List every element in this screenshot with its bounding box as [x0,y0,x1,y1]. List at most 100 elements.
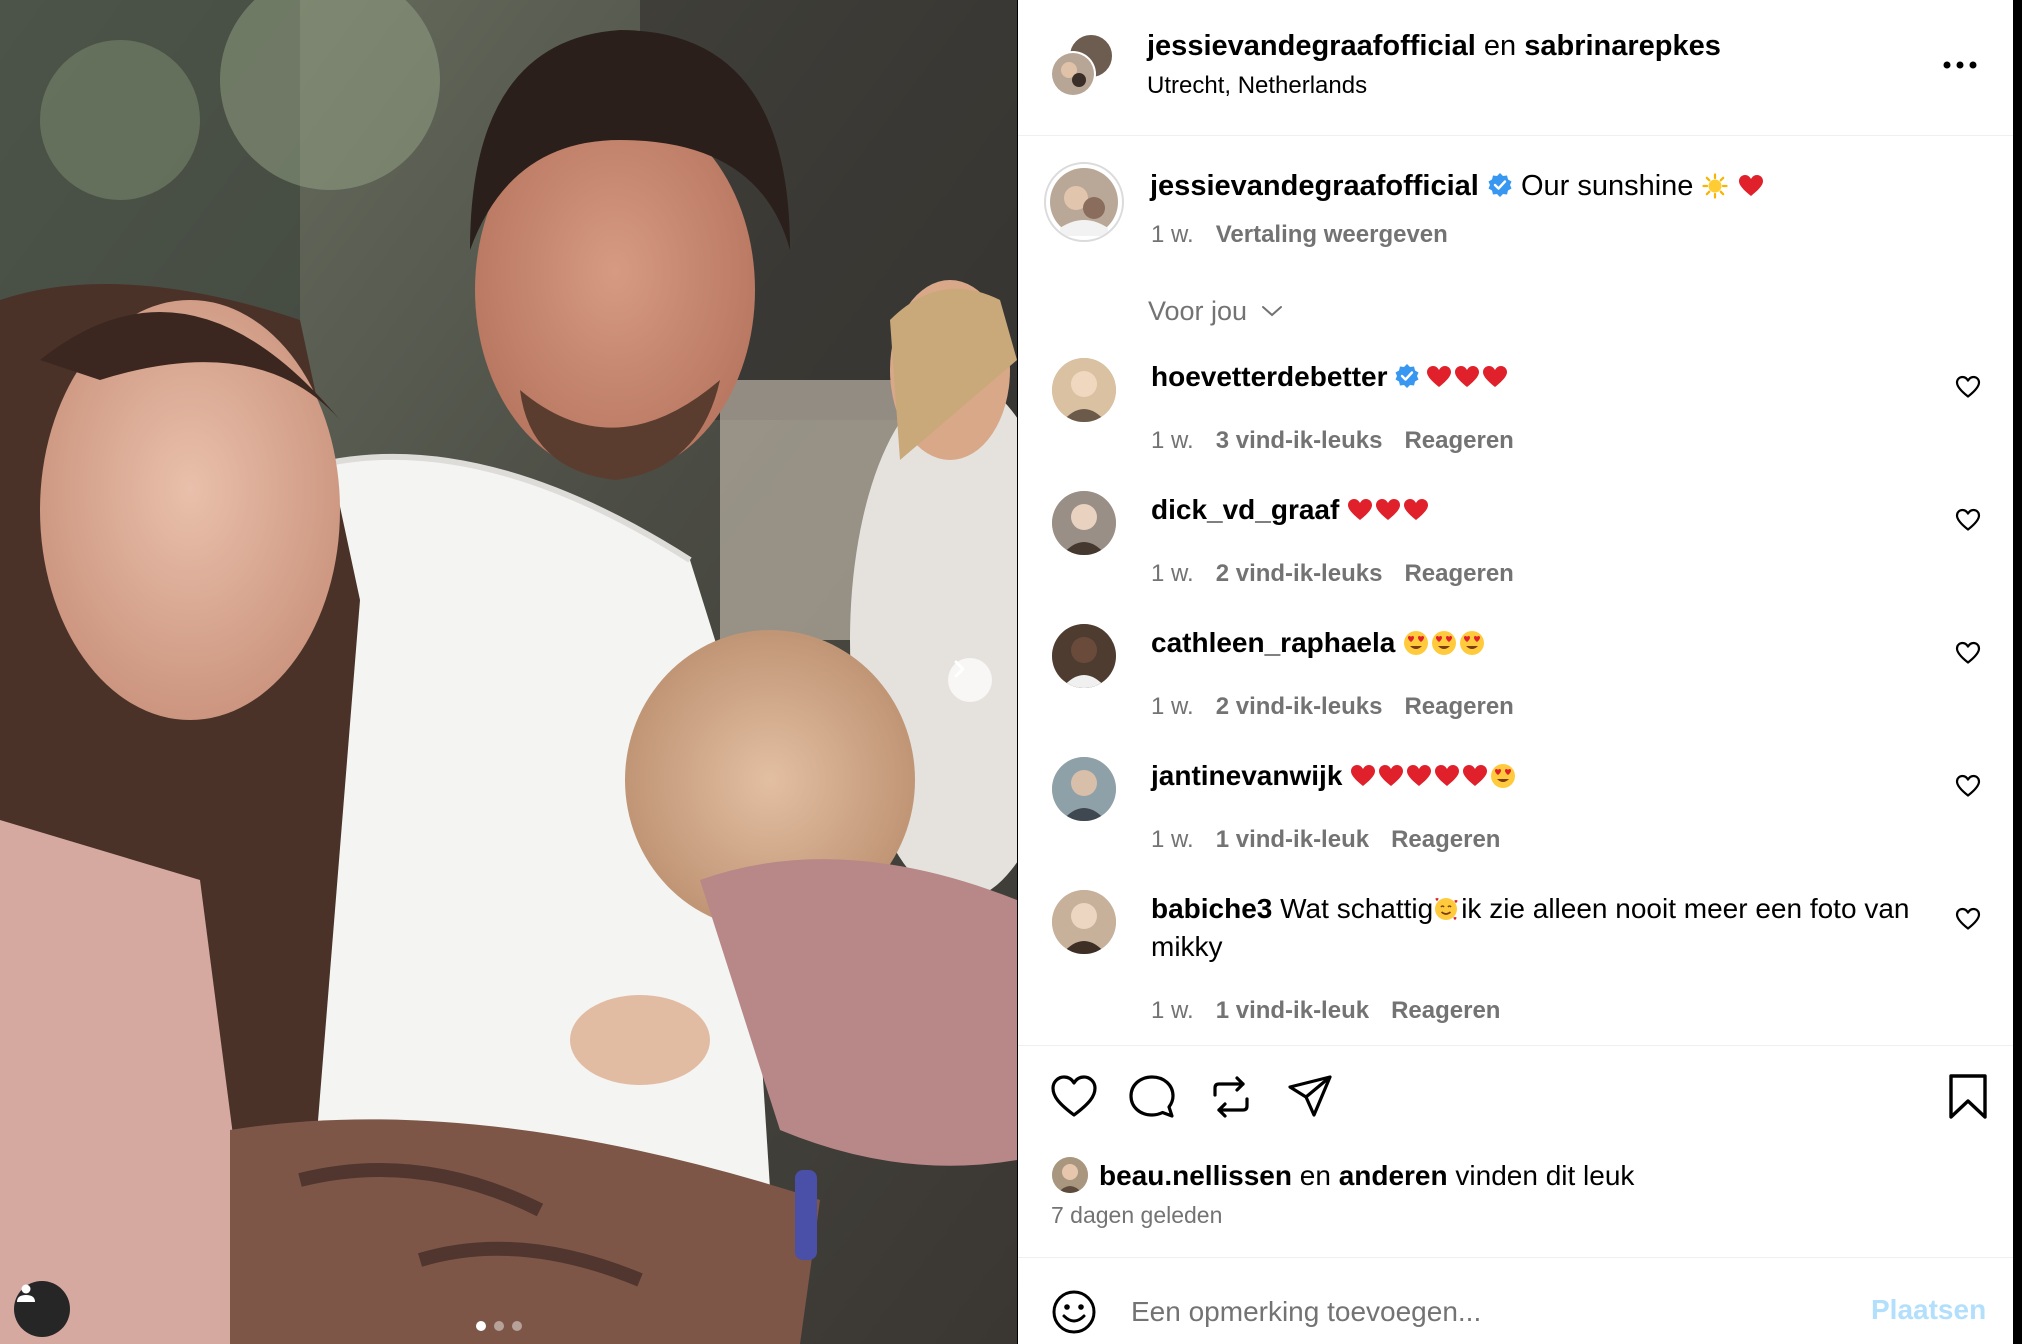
comment-filter-dropdown[interactable]: Voor jou [1148,296,1283,327]
likes-summary: beau.nellissen en anderen vinden dit leu… [1099,1160,1634,1192]
commenter-username[interactable]: hoevetterdebetter [1151,361,1388,392]
translate-link[interactable]: Vertaling weergeven [1216,221,1448,248]
commenter-username[interactable]: cathleen_raphaela [1151,627,1395,658]
comment-meta: 1 w. 2 vind-ik-leuks Reageren [1151,693,1514,721]
carousel-dot [476,1321,486,1331]
caption-age[interactable]: 1 w. [1151,221,1194,248]
comment-meta: 1 w. 1 vind-ik-leuk Reageren [1151,997,1500,1025]
reply-button[interactable]: Reageren [1404,693,1513,720]
coauthor-username[interactable]: sabrinarepkes [1524,30,1721,62]
red-heart-emoji-icon [1379,765,1404,786]
red-heart-emoji-icon [1348,499,1373,520]
comment-text: dick_vd_graaf [1151,491,1931,529]
avatar [1052,624,1116,688]
commenter-username[interactable]: dick_vd_graaf [1151,494,1339,525]
comment-input[interactable] [1131,1292,1831,1332]
sun-emoji-icon [1701,173,1728,199]
comment-likes-count[interactable]: 2 vind-ik-leuks [1216,693,1383,720]
red-heart-emoji-icon [1482,366,1507,387]
comment-text: babiche3 Wat schattig ik zie alleen nooit… [1151,890,1931,966]
chevron-down-icon [1261,306,1282,317]
reply-button[interactable]: Reageren [1391,997,1500,1024]
verified-badge-icon [1395,364,1419,388]
collab-avatars[interactable] [1049,32,1115,98]
post-photo[interactable] [0,0,1017,1344]
red-heart-emoji-icon [1454,366,1479,387]
reply-button[interactable]: Reageren [1404,560,1513,587]
commenter-avatar[interactable] [1052,491,1116,555]
commenter-avatar[interactable] [1052,358,1116,422]
comment-likes-count[interactable]: 2 vind-ik-leuks [1216,560,1383,587]
heart-eyes-emoji-icon [1432,631,1457,655]
avatar [1050,168,1118,236]
avatar [1052,757,1116,821]
red-heart-emoji-icon [1426,366,1451,387]
comment-text: cathleen_raphaela [1151,624,1931,662]
comment-age[interactable]: 1 w. [1151,693,1194,720]
commenter-avatar[interactable] [1052,624,1116,688]
comment-likes-count[interactable]: 3 vind-ik-leuks [1216,427,1383,454]
red-heart-emoji-icon [1351,765,1376,786]
comment-likes-count[interactable]: 1 vind-ik-leuk [1216,826,1369,853]
reply-button[interactable]: Reageren [1391,826,1500,853]
next-photo-button[interactable] [948,658,992,702]
caption-meta: 1 w. Vertaling weergeven [1151,221,1448,249]
smiling-face-with-hearts-emoji-icon [1435,898,1458,920]
red-heart-emoji-icon [1463,765,1488,786]
comment-like-icon[interactable] [1955,906,1981,932]
red-heart-emoji-icon [1376,499,1401,520]
comment-age[interactable]: 1 w. [1151,560,1194,587]
repost-icon[interactable] [1207,1073,1255,1121]
caption-avatar[interactable] [1044,162,1124,242]
author-username[interactable]: jessievandegraafofficial [1147,30,1476,62]
actions-divider [1018,1045,2013,1046]
heart-eyes-emoji-icon [1404,631,1429,655]
liker-username[interactable]: beau.nellissen [1099,1160,1292,1191]
comment-like-icon[interactable] [1955,374,1981,400]
red-heart-emoji-icon [1404,499,1429,520]
save-bookmark-icon[interactable] [1946,1073,1990,1121]
commenter-username[interactable]: babiche3 [1151,893,1272,924]
more-options-button[interactable] [1938,50,1982,80]
like-icon[interactable] [1050,1073,1098,1121]
comment-age[interactable]: 1 w. [1151,427,1194,454]
comment-text: jantinevanwijk [1151,757,1931,795]
likes-others-link[interactable]: anderen [1339,1160,1448,1191]
commenter-avatar[interactable] [1052,757,1116,821]
carousel-indicator [476,1321,522,1331]
liker-avatar[interactable] [1052,1157,1088,1193]
post-location[interactable]: Utrecht, Netherlands [1147,72,1367,100]
comment-like-icon[interactable] [1955,507,1981,533]
more-horizontal-icon [1943,61,1977,69]
user-icon [17,1284,35,1302]
comment-text: hoevetterdebetter [1151,358,1931,396]
post-header: jessievandegraafofficial en sabrinarepke… [1018,0,2013,136]
comment-age[interactable]: 1 w. [1151,826,1194,853]
comment-like-icon[interactable] [1955,773,1981,799]
caption-text: Our sunshine [1520,170,1694,202]
caption-username[interactable]: jessievandegraafofficial [1150,170,1479,202]
heart-eyes-emoji-icon [1491,764,1516,788]
likes-suffix: vinden dit leuk [1455,1160,1635,1191]
comment-icon[interactable] [1128,1073,1176,1121]
post-authors: jessievandegraafofficial en sabrinarepke… [1147,30,1721,63]
comment-likes-count[interactable]: 1 vind-ik-leuk [1216,997,1369,1024]
avatar [1052,890,1116,954]
verified-badge-icon [1488,173,1512,197]
post-comment-button[interactable]: Plaatsen [1871,1294,1986,1326]
tagged-users-button[interactable] [14,1281,70,1337]
emoji-picker-icon[interactable] [1051,1289,1097,1335]
share-icon[interactable] [1286,1073,1334,1121]
comment-like-icon[interactable] [1955,640,1981,666]
comment-meta: 1 w. 2 vind-ik-leuks Reageren [1151,560,1514,588]
authors-conjunction: en [1483,30,1517,62]
commenter-avatar[interactable] [1052,890,1116,954]
avatar [1052,358,1116,422]
reply-button[interactable]: Reageren [1404,427,1513,454]
commenter-username[interactable]: jantinevanwijk [1151,760,1342,791]
comment-age[interactable]: 1 w. [1151,997,1194,1024]
comment-body: Wat schattig [1280,893,1434,924]
chevron-right-icon [954,660,965,678]
post-date[interactable]: 7 dagen geleden [1051,1202,1222,1229]
comment-meta: 1 w. 1 vind-ik-leuk Reageren [1151,826,1500,854]
